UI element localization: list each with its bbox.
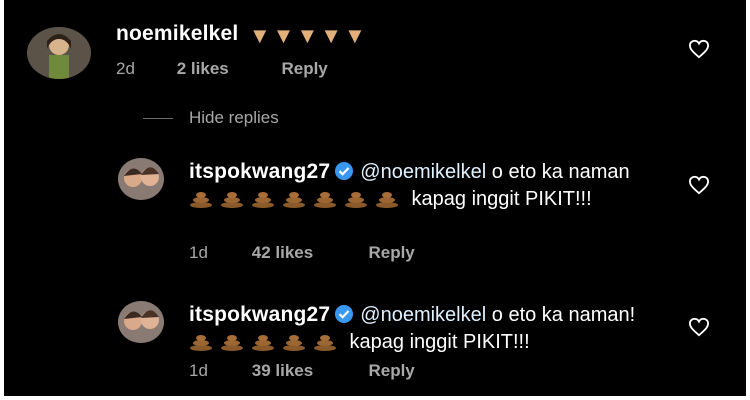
reply-button[interactable]: Reply: [368, 243, 414, 263]
poop-icon: [283, 335, 305, 351]
poop-icon: [190, 335, 212, 351]
poop-icon: [221, 192, 243, 208]
poop-icon: [345, 192, 367, 208]
avatar[interactable]: [27, 27, 91, 79]
mention-link[interactable]: @noemikelkel: [360, 161, 486, 183]
reply-text: itspokwang27 @noemikelkel o eto ka naman …: [189, 158, 659, 213]
poop-icon: [252, 192, 274, 208]
thumbs-down-icon: ▼: [272, 22, 295, 48]
reply-username[interactable]: itspokwang27: [189, 160, 330, 183]
comment-meta: 2d 2 likes Reply: [116, 59, 328, 79]
poop-icon: [314, 192, 336, 208]
heart-icon[interactable]: [688, 317, 710, 337]
reply-text-after: kapag inggit PIKIT!!!: [344, 331, 530, 353]
poop-icon: [252, 335, 274, 351]
poop-icon: [376, 192, 398, 208]
reply-username[interactable]: itspokwang27: [189, 303, 330, 326]
heart-icon[interactable]: [688, 175, 710, 195]
comment-username[interactable]: noemikelkel: [116, 22, 238, 45]
poop-icon: [283, 192, 305, 208]
reply-text-after: kapag inggit PIKIT!!!: [406, 188, 592, 210]
reply-text: itspokwang27 @noemikelkel o eto ka naman!…: [189, 301, 659, 356]
thumbs-down-icon: ▼: [296, 22, 319, 48]
reply-meta: 1d 42 likes Reply: [189, 243, 415, 263]
verified-badge-icon: [335, 305, 354, 323]
reply-time: 1d: [189, 243, 208, 262]
poop-emoji-row: [189, 331, 344, 353]
reply-likes[interactable]: 42 likes: [252, 243, 364, 263]
reply-button[interactable]: Reply: [281, 59, 327, 79]
thumbs-down-icon: ▼: [344, 22, 366, 48]
poop-icon: [190, 192, 212, 208]
poop-icon: [314, 335, 336, 351]
reply-text-before: o eto ka naman!: [486, 304, 636, 326]
reply-likes[interactable]: 39 likes: [252, 361, 364, 381]
avatar[interactable]: [118, 158, 164, 200]
hide-replies-button[interactable]: Hide replies: [143, 108, 279, 128]
comment-likes[interactable]: 2 likes: [177, 59, 277, 79]
comment-time: 2d: [116, 59, 135, 78]
reply-time: 1d: [189, 361, 208, 380]
reply-meta: 1d 39 likes Reply: [189, 361, 415, 381]
reply-text-before: o eto ka naman: [486, 161, 630, 183]
heart-icon[interactable]: [688, 39, 710, 59]
thumbs-down-icon: ▼: [320, 22, 343, 48]
hide-replies-label: Hide replies: [189, 108, 279, 127]
poop-icon: [221, 335, 243, 351]
verified-badge-icon: [335, 162, 354, 180]
poop-emoji-row: [189, 188, 406, 210]
divider-line: [143, 117, 173, 119]
reply-button[interactable]: Reply: [368, 361, 414, 381]
avatar[interactable]: [118, 301, 164, 343]
thumbs-down-icon: ▼: [248, 22, 271, 48]
thumbs-down-emoji-row: ▼▼▼▼▼: [249, 23, 368, 49]
mention-link[interactable]: @noemikelkel: [360, 304, 486, 326]
